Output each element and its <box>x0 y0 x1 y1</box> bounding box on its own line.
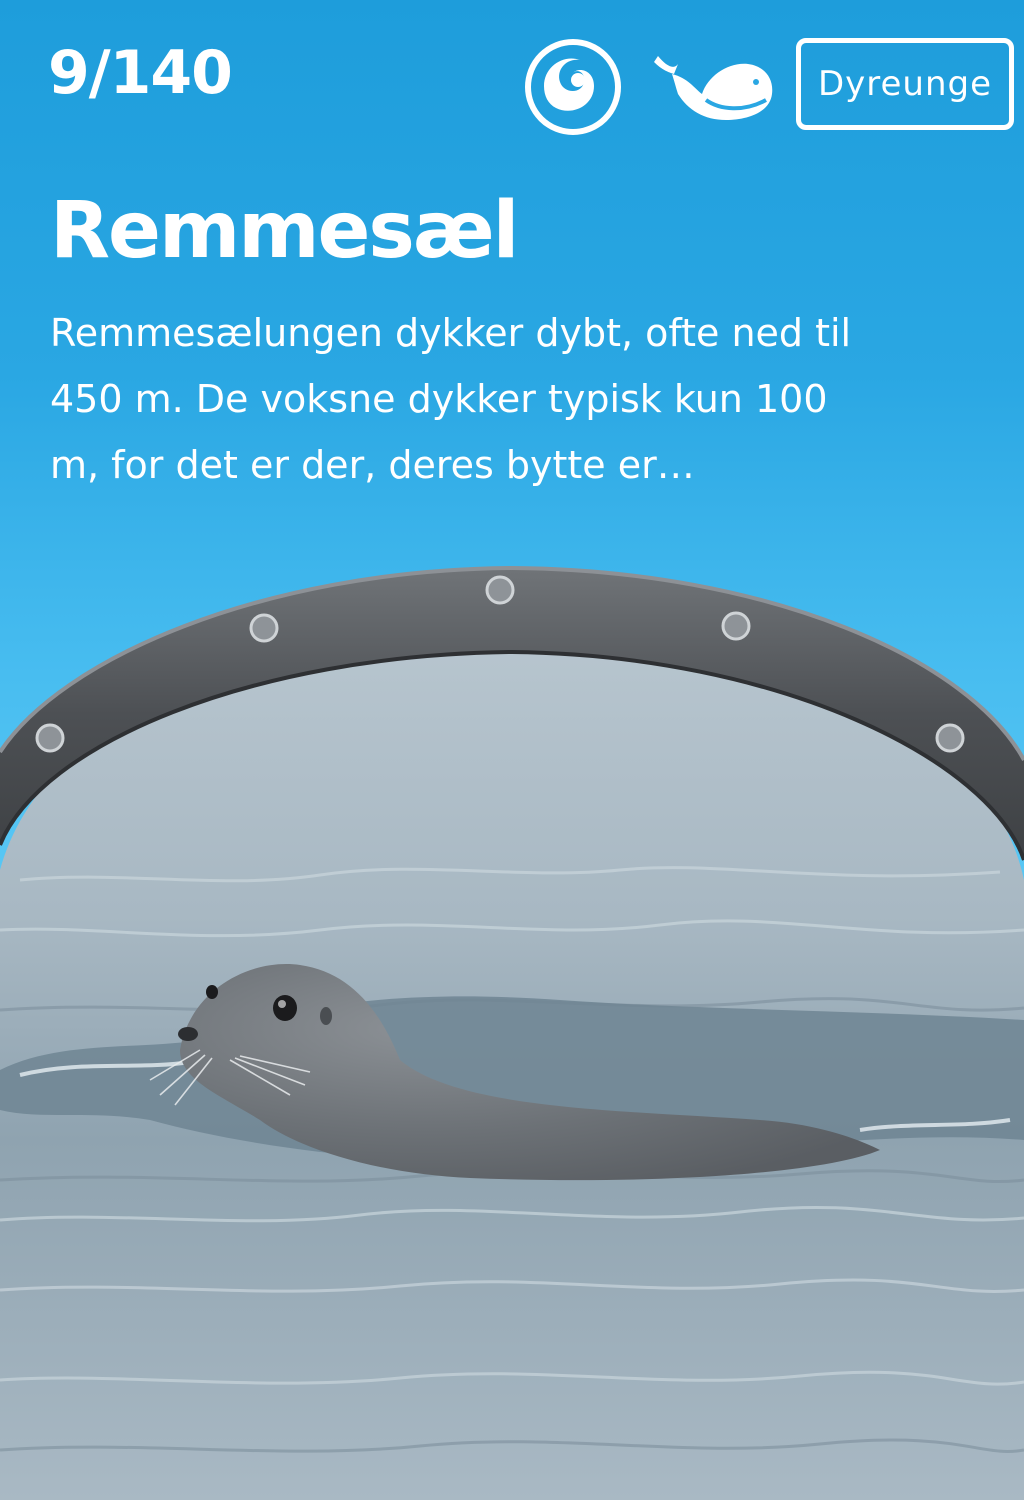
animal-card-screen: 9/140 Dyreunge Remmesæl Remmesælungen dy… <box>0 0 1024 1500</box>
animal-photo-porthole <box>0 0 1024 1500</box>
